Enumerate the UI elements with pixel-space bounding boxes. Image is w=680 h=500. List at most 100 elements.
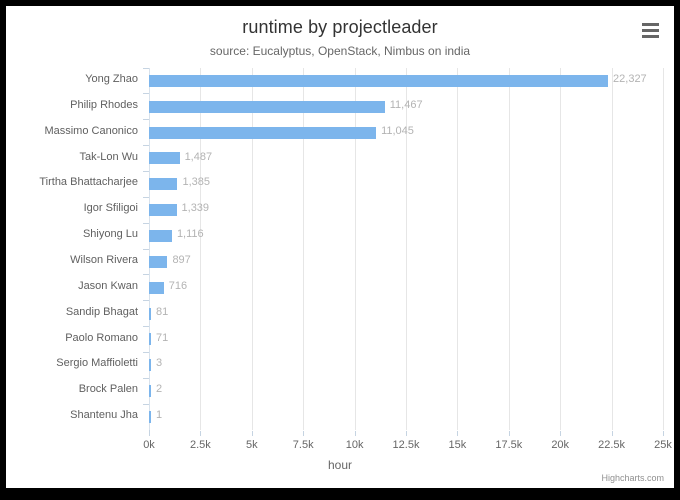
x-axis-tick [508, 431, 510, 436]
category-label: Shantenu Jha [70, 409, 138, 422]
hamburger-bar-1 [641, 22, 659, 26]
category-label: Shiyong Lu [82, 228, 138, 241]
x-axis-tick-label: 5k [245, 439, 258, 451]
bar-row: Yong Zhao 22,327 [85, 67, 663, 94]
bar[interactable] [149, 74, 609, 87]
bar-row: Wilson Rivera 897 [70, 248, 663, 275]
hamburger-bar-2 [641, 28, 659, 32]
category-label: Wilson Rivera [70, 254, 138, 266]
category-label: Tirtha Bhattacharjee [39, 176, 138, 189]
y-axis-tick [143, 326, 149, 328]
bar-value-label: 1,385 [182, 176, 210, 189]
category-label: Sergio Maffioletti [56, 357, 138, 370]
y-axis-tick [143, 119, 149, 121]
y-axis-tick [143, 274, 149, 276]
x-axis-tick-label: 10k [345, 439, 364, 451]
y-axis-tick [143, 145, 149, 147]
bar-value-label: 71 [156, 331, 169, 344]
category-label: Massimo Canonico [44, 124, 138, 137]
x-axis-tick-label: 12.5k [392, 439, 420, 451]
category-label: Igor Sfiligoi [83, 202, 138, 215]
bar-row: Jason Kwan 716 [78, 274, 663, 301]
x-axis-tick [303, 431, 305, 436]
y-axis-tick [143, 300, 149, 302]
bar-value-label: 2 [156, 383, 163, 396]
bar-row: Brock Palen 2 [79, 377, 663, 404]
bar-value-label: 1,487 [184, 150, 213, 163]
y-axis-tick [143, 93, 149, 95]
bar[interactable] [149, 152, 180, 165]
x-axis-tick-label: 0k [143, 439, 155, 451]
credits-link[interactable]: Highcharts.com [601, 473, 664, 483]
bar-row: Sandip Bhagat 81 [66, 300, 663, 327]
bar-row: Sergio Maffioletti 3 [56, 351, 663, 378]
x-axis: 0k 2.5k 5k 7.5k 10k 12.5k 15k 17.5k 20k 22.5k 25k [143, 431, 672, 456]
x-axis-tick-label: 2.5k [189, 439, 211, 451]
bar-row: Igor Sfiligoi 1,339 [84, 196, 663, 223]
category-label: Philip Rhodes [70, 98, 138, 111]
bar[interactable] [149, 204, 177, 217]
x-axis-tick [663, 431, 664, 436]
bar-row: Shiyong Lu 1,116 [83, 222, 663, 249]
bar[interactable] [149, 255, 168, 268]
bar-value-label: 1,339 [181, 202, 210, 215]
x-axis-title: hour [327, 458, 353, 472]
bar[interactable] [149, 359, 151, 372]
x-axis-tick-label: 15k [448, 439, 467, 451]
bar[interactable] [149, 126, 377, 139]
x-axis-tick [406, 431, 407, 436]
x-axis-tick [560, 431, 562, 436]
bar-value-label: 1,116 [176, 228, 204, 241]
bar[interactable] [149, 411, 151, 424]
y-axis-tick [143, 377, 149, 379]
y-axis-tick [143, 222, 149, 224]
x-axis-tick [611, 431, 613, 436]
bar-row: Paolo Romano 71 [65, 326, 663, 353]
bar-value-label: 716 [168, 279, 188, 292]
x-axis-tick [251, 431, 253, 436]
category-label: Yong Zhao [85, 73, 138, 85]
bar[interactable] [149, 230, 172, 243]
hamburger-bar-3 [641, 34, 659, 38]
bar-value-label: 1 [156, 409, 163, 422]
y-axis-tick [143, 248, 149, 250]
y-axis-tick [143, 67, 149, 69]
category-label: Sandip Bhagat [65, 305, 138, 318]
gridline [663, 68, 664, 430]
bar-value-label: 3 [156, 357, 163, 370]
x-axis-tick-label: 22.5k [598, 439, 626, 451]
hamburger-icon[interactable] [638, 19, 662, 41]
y-axis-tick [143, 403, 149, 405]
plot-area: Yong Zhao 22,327 Philip Rhodes 11,467 Massim… [39, 67, 664, 430]
bar-row: Philip Rhodes 11,467 [70, 93, 663, 120]
bar-value-label: 11,045 [381, 124, 414, 137]
bar[interactable] [149, 178, 178, 191]
x-axis-tick-label: 20k [551, 439, 570, 451]
category-label: Brock Palen [78, 383, 138, 396]
bar[interactable] [149, 307, 151, 320]
x-axis-tick [200, 431, 202, 436]
bar[interactable] [149, 385, 151, 398]
chart-container: runtime by projectleader source: Eucalyp… [6, 6, 674, 488]
bar-row: Massimo Canonico 11,045 [44, 119, 663, 146]
bar[interactable] [149, 281, 164, 294]
bar-row: Shantenu Jha 1 [70, 403, 663, 430]
y-axis-tick [143, 351, 149, 353]
x-axis-tick-label: 25k [654, 439, 672, 451]
bar-value-label: 22,327 [613, 73, 647, 85]
chart-title: runtime by projectleader [242, 17, 438, 37]
chart-subtitle: source: Eucalyptus, OpenStack, Nimbus on… [209, 44, 471, 58]
bar[interactable] [149, 333, 151, 346]
category-label: Paolo Romano [65, 331, 138, 344]
bar-row: Tak-Lon Wu 1,487 [80, 145, 663, 172]
bar[interactable] [149, 100, 385, 113]
x-axis-tick-label: 17.5k [495, 439, 523, 451]
category-label: Tak-Lon Wu [79, 150, 139, 163]
x-axis-tick [149, 431, 150, 436]
x-axis-tick [354, 431, 356, 436]
bar-row: Tirtha Bhattacharjee 1,385 [39, 170, 663, 197]
y-axis-tick [143, 170, 149, 172]
bar-value-label: 81 [156, 305, 169, 318]
y-axis-tick [143, 196, 149, 198]
bar-value-label: 11,467 [389, 98, 423, 111]
